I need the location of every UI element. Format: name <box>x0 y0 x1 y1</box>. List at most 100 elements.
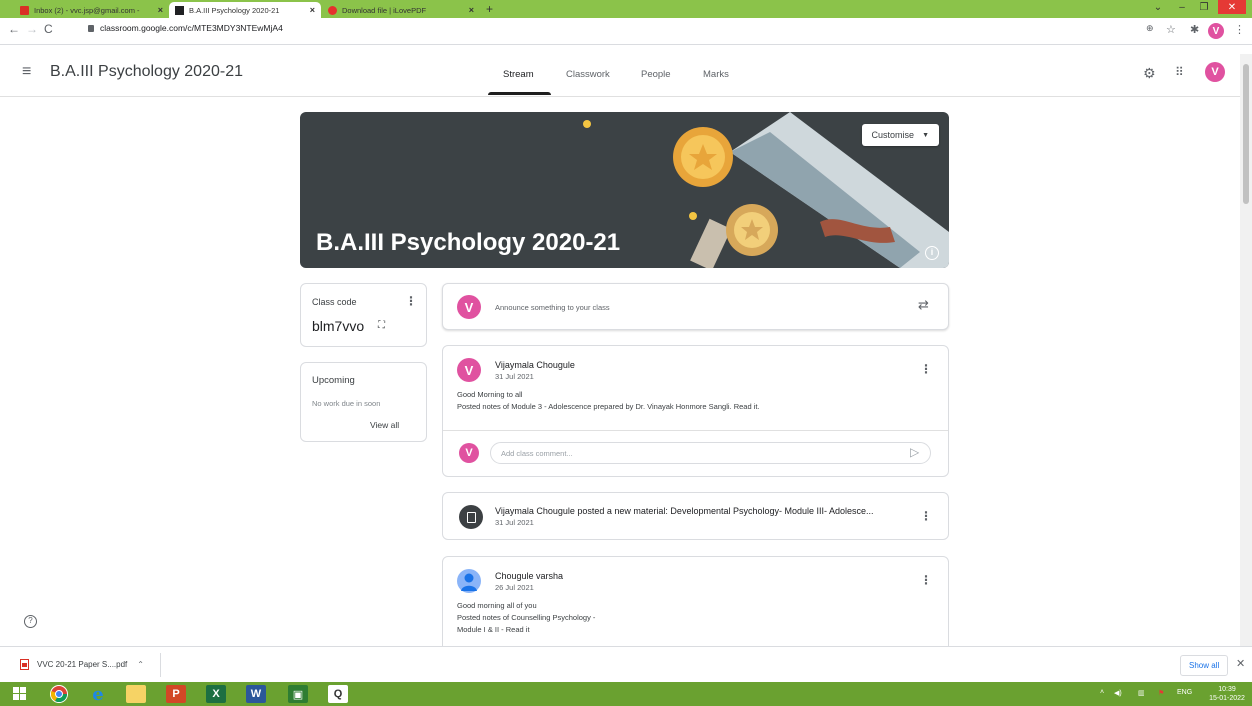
speaker-icon[interactable]: ◀) <box>1114 689 1122 697</box>
caret-down-icon: ▼ <box>922 131 929 139</box>
download-filename: VVC 20-21 Paper S....pdf <box>37 660 128 669</box>
show-all-button[interactable]: Show all <box>1180 655 1229 676</box>
close-tab-icon[interactable]: × <box>469 5 474 15</box>
more-options-icon[interactable]: ⋮ <box>405 294 417 308</box>
tab-classroom[interactable]: B.A.III Psychology 2020-21 × <box>169 2 321 18</box>
avatar-initial: V <box>1211 66 1219 78</box>
ilovepdf-icon <box>328 5 337 15</box>
network-icon[interactable]: ▥ <box>1138 689 1145 697</box>
store-icon[interactable]: ▣ <box>288 685 308 703</box>
powerpoint-icon[interactable]: P <box>166 685 186 703</box>
class-comment-input[interactable]: Add class comment... <box>490 442 931 464</box>
commenter-avatar: V <box>459 443 479 463</box>
avatar-initial: V <box>464 362 474 378</box>
tab-marks[interactable]: Marks <box>703 69 729 80</box>
banner-title: B.A.III Psychology 2020-21 <box>316 229 621 256</box>
browser-menu-icon[interactable]: ⋮ <box>1234 23 1245 36</box>
clock[interactable]: 10:39 15-01-2022 <box>1206 685 1248 703</box>
upcoming-title: Upcoming <box>312 375 355 386</box>
avatar-initial: V <box>1212 25 1220 37</box>
scrollbar-thumb[interactable] <box>1243 64 1249 204</box>
post-card: V Vijaymala Chougule 31 Jul 2021 ⋮ Good … <box>442 345 949 477</box>
tab-classwork[interactable]: Classwork <box>566 69 610 80</box>
class-code-value: blm7vvo <box>312 318 365 334</box>
url-field[interactable]: classroom.google.com/c/MTE3MDY3NTEwMjA4 <box>88 23 283 33</box>
class-banner: B.A.III Psychology 2020-21 Customise ▼ i <box>300 112 949 268</box>
divider <box>160 653 161 677</box>
chrome-icon[interactable] <box>50 685 68 703</box>
settings-gear-icon[interactable]: ⚙ <box>1143 65 1156 82</box>
internet-explorer-icon[interactable]: e <box>88 684 108 705</box>
clock-date: 15-01-2022 <box>1209 695 1245 702</box>
post-more-options-icon[interactable]: ⋮ <box>920 573 932 587</box>
tray-chevron-icon[interactable]: ˄ <box>1100 689 1104 696</box>
windows-start-icon[interactable] <box>10 685 30 703</box>
customise-button[interactable]: Customise ▼ <box>861 124 939 146</box>
share-icon[interactable]: ⊕ <box>1146 23 1154 34</box>
post-text-line: Posted notes of Module 3 - Adolescence p… <box>457 402 760 411</box>
post-author-avatar <box>457 569 481 593</box>
file-explorer-icon[interactable] <box>126 685 146 703</box>
tab-ilovepdf[interactable]: Download file | iLovePDF × <box>322 2 480 18</box>
bookmark-star-icon[interactable]: ☆ <box>1166 23 1176 36</box>
repost-icon[interactable]: ⇄ <box>918 297 929 313</box>
announce-placeholder[interactable]: Announce something to your class <box>495 303 610 312</box>
apps-grid-icon[interactable]: ⠿ <box>1175 65 1184 79</box>
tab-stream[interactable]: Stream <box>503 69 534 80</box>
post-author: Chougule varsha <box>495 571 564 581</box>
pdf-file-icon <box>20 659 29 670</box>
extensions-icon[interactable]: ✱ <box>1190 23 1199 36</box>
minimize-button[interactable]: – <box>1174 0 1190 14</box>
close-tab-icon[interactable]: × <box>310 5 315 15</box>
fullscreen-icon[interactable]: ⛶ <box>378 320 385 331</box>
browser-profile-avatar[interactable]: V <box>1208 23 1224 39</box>
chevron-up-icon[interactable]: ⌃ <box>137 660 144 669</box>
tab-people[interactable]: People <box>641 69 671 80</box>
help-icon[interactable]: ? <box>24 615 37 628</box>
tab-gmail[interactable]: Inbox (2) - vvc.jsp@gmail.com - × <box>14 2 169 18</box>
search-app-icon[interactable]: Q <box>328 685 348 703</box>
upcoming-card: Upcoming No work due in soon View all <box>300 362 427 442</box>
send-icon[interactable]: ▷ <box>910 445 919 459</box>
forward-button[interactable]: → <box>26 22 38 36</box>
post-more-options-icon[interactable]: ⋮ <box>920 362 932 376</box>
clock-time: 10:39 <box>1218 686 1236 693</box>
post-more-options-icon[interactable]: ⋮ <box>920 509 932 523</box>
browser-tab-bar: Inbox (2) - vvc.jsp@gmail.com - × B.A.II… <box>0 0 1252 18</box>
new-tab-button[interactable]: + <box>486 2 493 16</box>
close-tab-icon[interactable]: × <box>158 5 163 15</box>
back-button[interactable]: ← <box>8 22 20 36</box>
post-date: 26 Jul 2021 <box>495 583 534 592</box>
view-all-link[interactable]: View all <box>370 420 399 430</box>
avatar-initial: V <box>464 299 474 315</box>
post-text-line: Good Morning to all <box>457 390 523 399</box>
post-author-avatar: V <box>457 358 481 382</box>
class-title[interactable]: B.A.III Psychology 2020-21 <box>50 63 243 81</box>
post-author: Vijaymala Chougule <box>495 360 575 370</box>
material-title: Vijaymala Chougule posted a new material… <box>495 506 874 516</box>
comment-row: V Add class comment... ▷ <box>443 431 948 477</box>
class-code-card: Class code ⋮ blm7vvo ⛶ <box>300 283 427 347</box>
customise-label: Customise <box>871 130 915 140</box>
upcoming-empty-text: No work due in soon <box>312 399 381 408</box>
flag-icon[interactable]: ⚑ <box>1158 689 1164 697</box>
announce-card[interactable]: V Announce something to your class ⇄ <box>442 283 949 330</box>
excel-icon[interactable]: X <box>206 685 226 703</box>
tab-search-icon[interactable]: ⌄ <box>1150 0 1166 14</box>
restore-button[interactable]: ❐ <box>1196 0 1212 14</box>
close-window-button[interactable]: ✕ <box>1218 0 1246 14</box>
info-icon[interactable]: i <box>925 246 939 260</box>
reload-button[interactable]: C <box>44 22 53 36</box>
main-menu-icon[interactable]: ≡ <box>22 63 31 81</box>
page-scrollbar[interactable] <box>1240 54 1252 646</box>
post-text-line: Module I & II - Read it <box>457 625 530 634</box>
language-indicator[interactable]: ENG <box>1177 689 1192 696</box>
material-post-card[interactable]: Vijaymala Chougule posted a new material… <box>442 492 949 540</box>
close-download-bar-icon[interactable]: ✕ <box>1236 657 1245 670</box>
windows-taskbar: e P X W ▣ Q ˄ ◀) ▥ ⚑ ENG 10:39 15-01-202… <box>0 682 1252 706</box>
user-avatar[interactable]: V <box>1205 62 1225 82</box>
post-date: 31 Jul 2021 <box>495 518 534 527</box>
word-icon[interactable]: W <box>246 685 266 703</box>
download-item[interactable]: VVC 20-21 Paper S....pdf ⌃ <box>20 659 144 670</box>
comment-placeholder: Add class comment... <box>501 449 573 458</box>
